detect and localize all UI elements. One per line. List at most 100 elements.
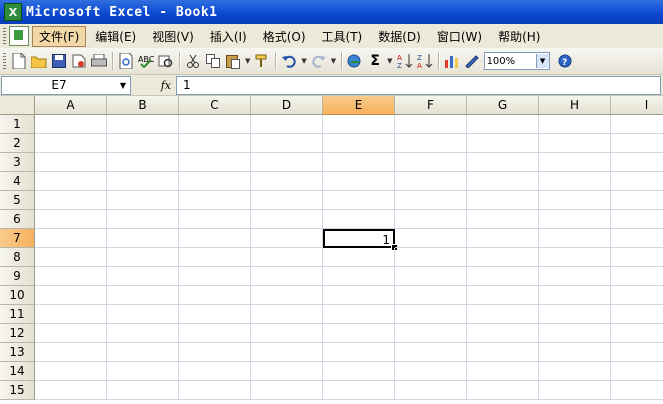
cell-d6[interactable] bbox=[251, 210, 323, 229]
cell-h12[interactable] bbox=[539, 324, 611, 343]
cell-g15[interactable] bbox=[467, 381, 539, 400]
column-header-b[interactable]: B bbox=[107, 96, 179, 115]
hyperlink-icon[interactable] bbox=[346, 52, 364, 70]
cell-b1[interactable] bbox=[107, 115, 179, 134]
menu-help[interactable]: 帮助(H) bbox=[491, 26, 547, 47]
cell-e13[interactable] bbox=[323, 343, 395, 362]
cell-a5[interactable] bbox=[35, 191, 107, 210]
cell-e11[interactable] bbox=[323, 305, 395, 324]
cell-f10[interactable] bbox=[395, 286, 467, 305]
cell-c10[interactable] bbox=[179, 286, 251, 305]
menu-grip[interactable] bbox=[3, 28, 6, 44]
cell-i14[interactable] bbox=[611, 362, 663, 381]
cell-i10[interactable] bbox=[611, 286, 663, 305]
cell-g2[interactable] bbox=[467, 134, 539, 153]
menu-format[interactable]: 格式(O) bbox=[256, 26, 313, 47]
cell-d5[interactable] bbox=[251, 191, 323, 210]
column-header-c[interactable]: C bbox=[179, 96, 251, 115]
column-header-i[interactable]: I bbox=[611, 96, 663, 115]
cell-a15[interactable] bbox=[35, 381, 107, 400]
print-icon[interactable] bbox=[90, 52, 108, 70]
column-header-a[interactable]: A bbox=[35, 96, 107, 115]
cell-i11[interactable] bbox=[611, 305, 663, 324]
row-header-10[interactable]: 10 bbox=[0, 286, 35, 305]
cell-f1[interactable] bbox=[395, 115, 467, 134]
cell-i9[interactable] bbox=[611, 267, 663, 286]
cell-i5[interactable] bbox=[611, 191, 663, 210]
cell-h9[interactable] bbox=[539, 267, 611, 286]
cell-c7[interactable] bbox=[179, 229, 251, 248]
cell-g8[interactable] bbox=[467, 248, 539, 267]
zoom-select[interactable]: 100% ▼ bbox=[483, 52, 550, 70]
cell-h13[interactable] bbox=[539, 343, 611, 362]
cell-c2[interactable] bbox=[179, 134, 251, 153]
cell-d13[interactable] bbox=[251, 343, 323, 362]
cell-i4[interactable] bbox=[611, 172, 663, 191]
cell-d8[interactable] bbox=[251, 248, 323, 267]
paste-icon[interactable] bbox=[224, 52, 242, 70]
row-header-3[interactable]: 3 bbox=[0, 153, 35, 172]
autosum-icon[interactable]: Σ bbox=[366, 52, 384, 70]
cell-f11[interactable] bbox=[395, 305, 467, 324]
cell-e3[interactable] bbox=[323, 153, 395, 172]
cell-c11[interactable] bbox=[179, 305, 251, 324]
cell-g5[interactable] bbox=[467, 191, 539, 210]
cell-f3[interactable] bbox=[395, 153, 467, 172]
paste-dropdown-icon[interactable]: ▼ bbox=[245, 57, 250, 65]
row-header-6[interactable]: 6 bbox=[0, 210, 35, 229]
chart-wizard-icon[interactable] bbox=[443, 52, 461, 70]
cell-i13[interactable] bbox=[611, 343, 663, 362]
cell-a6[interactable] bbox=[35, 210, 107, 229]
cell-a3[interactable] bbox=[35, 153, 107, 172]
column-header-d[interactable]: D bbox=[251, 96, 323, 115]
menu-data[interactable]: 数据(D) bbox=[371, 26, 428, 47]
cell-d3[interactable] bbox=[251, 153, 323, 172]
undo-dropdown-icon[interactable]: ▼ bbox=[301, 57, 306, 65]
menu-tools[interactable]: 工具(T) bbox=[315, 26, 370, 47]
cell-c15[interactable] bbox=[179, 381, 251, 400]
drawing-icon[interactable] bbox=[463, 52, 481, 70]
cell-g10[interactable] bbox=[467, 286, 539, 305]
cell-e2[interactable] bbox=[323, 134, 395, 153]
row-header-2[interactable]: 2 bbox=[0, 134, 35, 153]
cell-g13[interactable] bbox=[467, 343, 539, 362]
formula-input[interactable]: 1 bbox=[176, 75, 661, 95]
row-header-15[interactable]: 15 bbox=[0, 381, 35, 400]
cell-a11[interactable] bbox=[35, 305, 107, 324]
cell-b7[interactable] bbox=[107, 229, 179, 248]
cell-b11[interactable] bbox=[107, 305, 179, 324]
research-icon[interactable] bbox=[157, 52, 175, 70]
new-icon[interactable] bbox=[10, 52, 28, 70]
row-header-7[interactable]: 7 bbox=[0, 229, 35, 248]
cell-c13[interactable] bbox=[179, 343, 251, 362]
cell-e1[interactable] bbox=[323, 115, 395, 134]
active-cell[interactable]: 1 bbox=[323, 229, 395, 248]
cell-h10[interactable] bbox=[539, 286, 611, 305]
cell-f2[interactable] bbox=[395, 134, 467, 153]
row-header-14[interactable]: 14 bbox=[0, 362, 35, 381]
cell-h7[interactable] bbox=[539, 229, 611, 248]
permission-icon[interactable] bbox=[70, 52, 88, 70]
row-header-5[interactable]: 5 bbox=[0, 191, 35, 210]
cell-g1[interactable] bbox=[467, 115, 539, 134]
cell-i12[interactable] bbox=[611, 324, 663, 343]
cell-e5[interactable] bbox=[323, 191, 395, 210]
cell-c9[interactable] bbox=[179, 267, 251, 286]
cell-g7[interactable] bbox=[467, 229, 539, 248]
cell-a4[interactable] bbox=[35, 172, 107, 191]
menu-window[interactable]: 窗口(W) bbox=[430, 26, 489, 47]
row-header-12[interactable]: 12 bbox=[0, 324, 35, 343]
cell-h8[interactable] bbox=[539, 248, 611, 267]
sort-descending-icon[interactable]: ZA bbox=[416, 52, 434, 70]
cell-g11[interactable] bbox=[467, 305, 539, 324]
cell-c14[interactable] bbox=[179, 362, 251, 381]
cell-a10[interactable] bbox=[35, 286, 107, 305]
help-icon[interactable]: ? bbox=[556, 52, 574, 70]
copy-icon[interactable] bbox=[204, 52, 222, 70]
row-header-11[interactable]: 11 bbox=[0, 305, 35, 324]
cell-g14[interactable] bbox=[467, 362, 539, 381]
menu-insert[interactable]: 插入(I) bbox=[203, 26, 254, 47]
column-header-h[interactable]: H bbox=[539, 96, 611, 115]
cell-a12[interactable] bbox=[35, 324, 107, 343]
print-preview-icon[interactable] bbox=[117, 52, 135, 70]
